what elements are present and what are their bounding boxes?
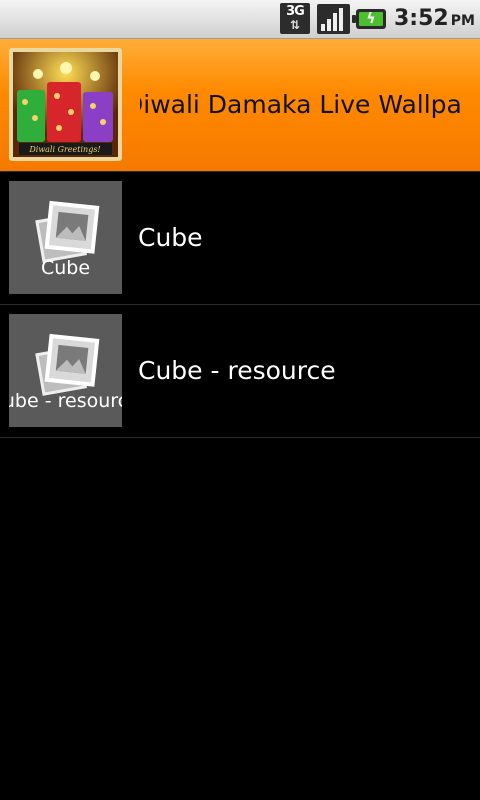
svg-text:Diwali Greetings!: Diwali Greetings! — [28, 145, 100, 154]
list-item-label: Diwali Damaka Live Wallpa — [140, 90, 460, 119]
diwali-candles-image: Diwali Greetings! — [13, 52, 118, 157]
network-activity-icon: ⇅ — [289, 18, 301, 32]
list-item-label: Cube — [138, 223, 203, 252]
battery-charging-icon: ϟ — [352, 9, 386, 29]
wallpaper-list: Diwali Greetings! Diwali Damaka Live Wal… — [0, 39, 480, 438]
clock-ampm: PM — [450, 13, 475, 29]
cube-resource-thumbnail: ube - resourc — [9, 314, 122, 427]
list-item-diwali[interactable]: Diwali Greetings! Diwali Damaka Live Wal… — [0, 39, 480, 171]
list-item-cube[interactable]: Cube Cube — [0, 172, 480, 304]
cube-thumbnail: Cube — [9, 181, 122, 294]
diwali-thumbnail: Diwali Greetings! — [9, 48, 122, 161]
thumbnail-caption: ube - resourc — [9, 390, 122, 412]
clock: 3:52 PM — [394, 6, 475, 32]
status-bar: 3G ⇅ ϟ 3:52 PM — [0, 0, 480, 39]
network-3g-icon: 3G ⇅ — [280, 3, 310, 34]
clock-time: 3:52 — [394, 6, 449, 31]
divider — [0, 437, 480, 438]
thumbnail-caption: Cube — [40, 257, 91, 279]
list-item-label: Cube - resource — [138, 356, 336, 385]
list-item-cube-resource[interactable]: ube - resourc Cube - resource — [0, 305, 480, 437]
signal-bars-icon — [317, 4, 350, 34]
network-type-label: 3G — [286, 4, 305, 19]
